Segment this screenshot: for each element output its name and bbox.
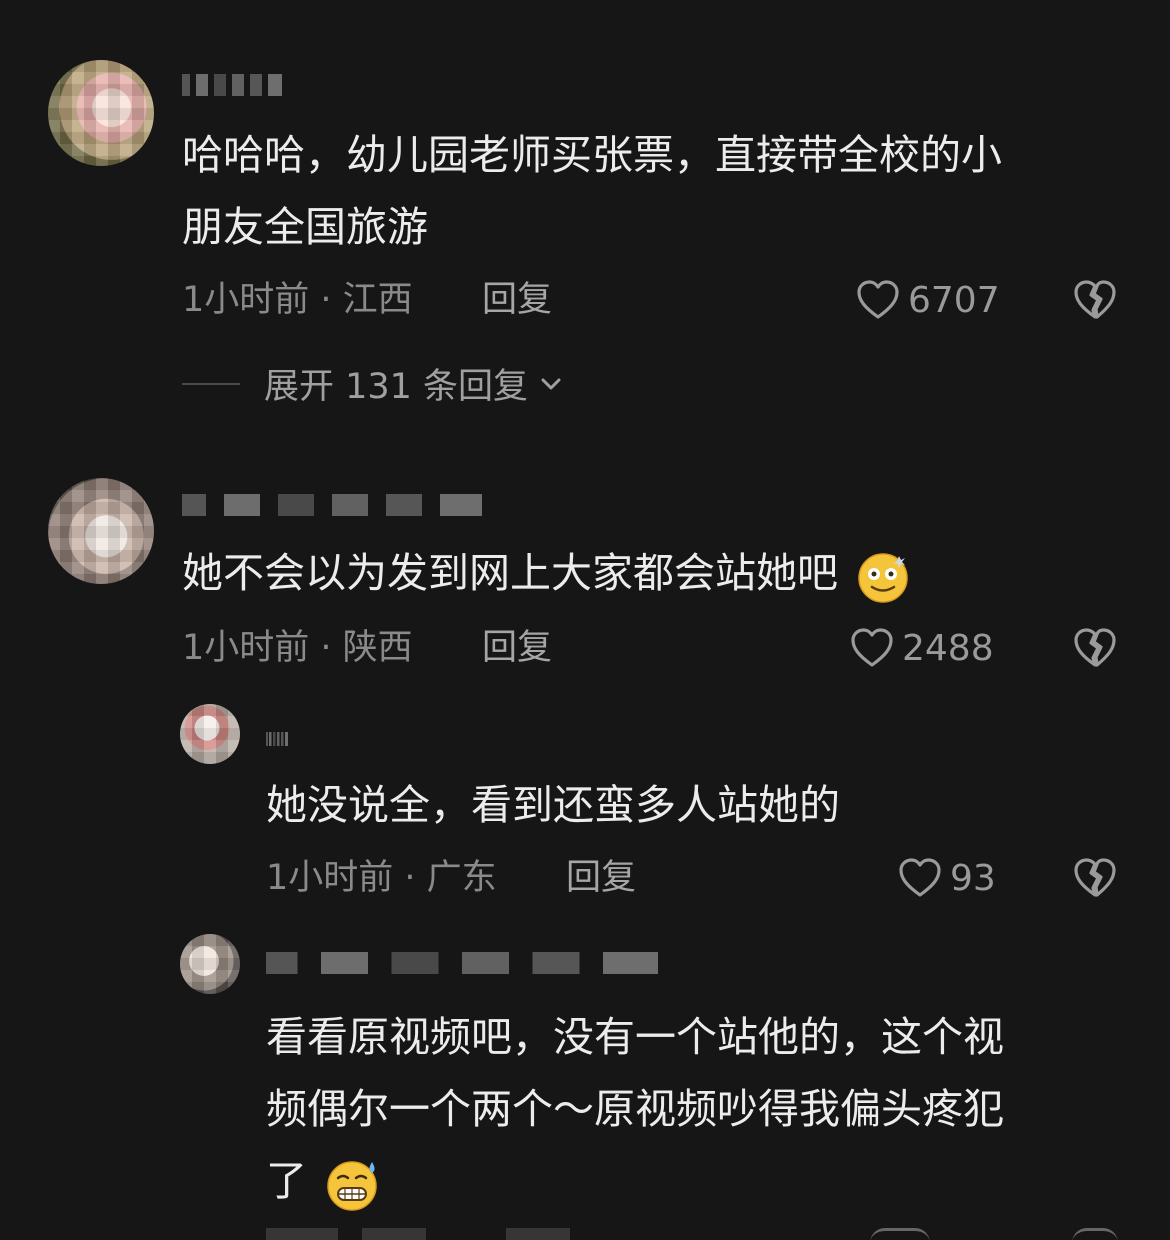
reply-button[interactable]: 回复 [482, 280, 552, 320]
avatar[interactable] [180, 704, 240, 764]
heart-outline-icon [857, 280, 899, 319]
like-count: 93 [950, 857, 996, 899]
chevron-down-icon [541, 378, 561, 389]
heart-outline-icon [851, 628, 893, 667]
reply-button[interactable]: 回复 [482, 628, 552, 668]
reply-text-line: 了 [266, 1157, 307, 1205]
username-blurred[interactable] [266, 732, 288, 746]
dizzy-smile-emoji [858, 553, 908, 603]
username-blurred[interactable] [266, 952, 658, 974]
avatar[interactable] [180, 934, 240, 994]
like-button[interactable]: 93 [896, 854, 996, 902]
divider-line [182, 382, 240, 385]
comment-text-line: 朋友全国旅游 [182, 203, 428, 251]
reply-button[interactable]: 回复 [566, 858, 636, 898]
like-count: 6707 [908, 279, 1000, 321]
grimace-sweat-emoji [327, 1161, 377, 1211]
avatar[interactable] [48, 478, 154, 584]
reply-text-line: 她没说全，看到还蛮多人站她的 [266, 781, 840, 829]
username-blurred[interactable] [182, 74, 282, 96]
broken-heart-icon[interactable] [1071, 276, 1119, 324]
heart-outline-icon [899, 858, 941, 897]
expand-replies-label: 展开 131 条回复 [264, 367, 529, 407]
broken-heart-icon[interactable] [1071, 854, 1119, 902]
comment-list: 哈哈哈，幼儿园老师买张票，直接带全校的小 朋友全国旅游 1小时前 · 江西 回复… [0, 0, 1170, 1240]
avatar[interactable] [48, 60, 154, 166]
username-blurred[interactable] [182, 494, 482, 516]
comment-text-line: 她不会以为发到网上大家都会站她吧 [182, 549, 838, 597]
expand-replies-button[interactable]: 展开 131 条回复 [182, 358, 564, 409]
like-count: 2488 [902, 627, 994, 669]
reply-text-line: 看看原视频吧，没有一个站他的，这个视 [266, 1013, 1004, 1061]
broken-heart-icon [1072, 1228, 1118, 1240]
comment-meta: 1小时前 · 陕西 [182, 628, 413, 668]
reply-text: 了 [266, 1148, 380, 1214]
reply-text-line: 频偶尔一个两个～原视频吵得我偏头疼犯 [266, 1085, 1004, 1133]
comment-text-line: 哈哈哈，幼儿园老师买张票，直接带全校的小 [182, 131, 1002, 179]
heart-outline-icon [870, 1228, 930, 1240]
like-button[interactable]: 2488 [848, 624, 994, 672]
broken-heart-icon[interactable] [1071, 624, 1119, 672]
like-button[interactable]: 6707 [854, 276, 1000, 324]
comment-meta: 1小时前 · 江西 [182, 280, 413, 320]
next-meta-cutoff [266, 1228, 666, 1240]
reply-meta: 1小时前 · 广东 [266, 858, 497, 898]
comment-text: 她不会以为发到网上大家都会站她吧 [182, 540, 911, 606]
